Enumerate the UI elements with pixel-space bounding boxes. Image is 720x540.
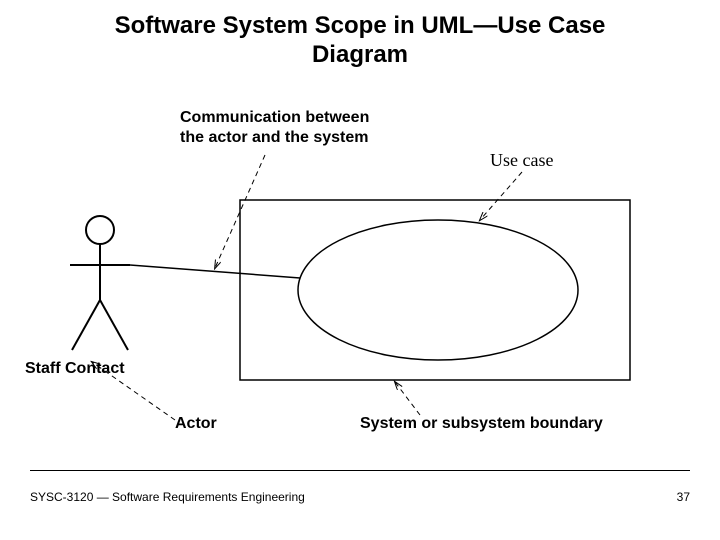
footer-course: SYSC-3120 — Software Requirements Engine…	[30, 490, 305, 504]
pointer-boundary	[395, 382, 420, 415]
actor-stick-figure	[70, 216, 130, 350]
footer-divider	[30, 470, 690, 471]
footer-page-number: 37	[677, 490, 690, 504]
pointer-usecase	[480, 172, 522, 220]
association-line	[130, 265, 300, 278]
use-case-ellipse	[298, 220, 578, 360]
uml-diagram-svg	[0, 0, 720, 540]
pointer-actor	[92, 362, 175, 420]
